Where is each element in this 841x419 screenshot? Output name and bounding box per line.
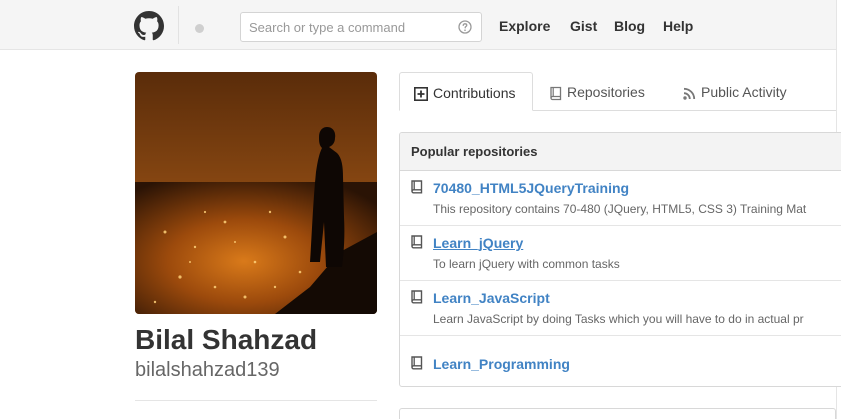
nav-help[interactable]: Help [663,18,693,34]
tab-label: Contributions [433,85,516,101]
popular-repositories-box: Popular repositories 70480_HTML5JQueryTr… [399,132,841,387]
repo-description: To learn jQuery with common tasks [433,257,620,271]
avatar-image [135,72,377,314]
list-item: Learn_jQuery To learn jQuery with common… [400,226,841,281]
profile-full-name: Bilal Shahzad [135,324,318,355]
tab-label: Public Activity [701,84,787,100]
nav-blog[interactable]: Blog [614,18,645,34]
repo-link[interactable]: Learn_Programming [433,356,570,372]
search-box[interactable] [240,12,482,42]
tab-repositories[interactable]: Repositories [550,72,645,111]
popular-repositories-title: Popular repositories [400,133,841,171]
profile-username: bilalshahzad139 [135,359,280,381]
notification-dot-icon[interactable] [195,24,204,33]
repo-description: Learn JavaScript by doing Tasks which yo… [433,312,804,326]
github-logo-icon[interactable] [134,11,164,41]
repo-link[interactable]: Learn_jQuery [433,235,523,251]
repo-description: This repository contains 70-480 (JQuery,… [433,202,807,216]
next-box-edge [399,408,836,419]
profile-divider [135,400,377,401]
nav-gist[interactable]: Gist [570,18,597,34]
list-item: Learn_Programming [400,336,841,386]
rss-icon [683,87,696,100]
question-circle-icon[interactable] [458,20,472,34]
repo-book-icon [411,235,423,249]
repo-link[interactable]: 70480_HTML5JQueryTraining [433,180,629,196]
tab-label: Repositories [567,84,645,100]
site-header: Explore Gist Blog Help [0,0,836,50]
plus-square-icon [414,87,428,102]
search-input[interactable] [249,18,449,36]
repo-book-icon [411,180,423,194]
list-item: Learn_JavaScript Learn JavaScript by doi… [400,281,841,336]
avatar[interactable] [135,72,377,314]
repo-book-icon [411,290,423,304]
header-divider [178,6,179,44]
repo-link[interactable]: Learn_JavaScript [433,290,550,306]
list-item: 70480_HTML5JQueryTraining This repositor… [400,171,841,226]
tab-contributions[interactable]: Contributions [399,72,533,111]
repo-book-icon [411,356,423,370]
nav-explore[interactable]: Explore [499,18,550,34]
book-icon [550,86,562,100]
tab-public-activity[interactable]: Public Activity [683,72,787,111]
